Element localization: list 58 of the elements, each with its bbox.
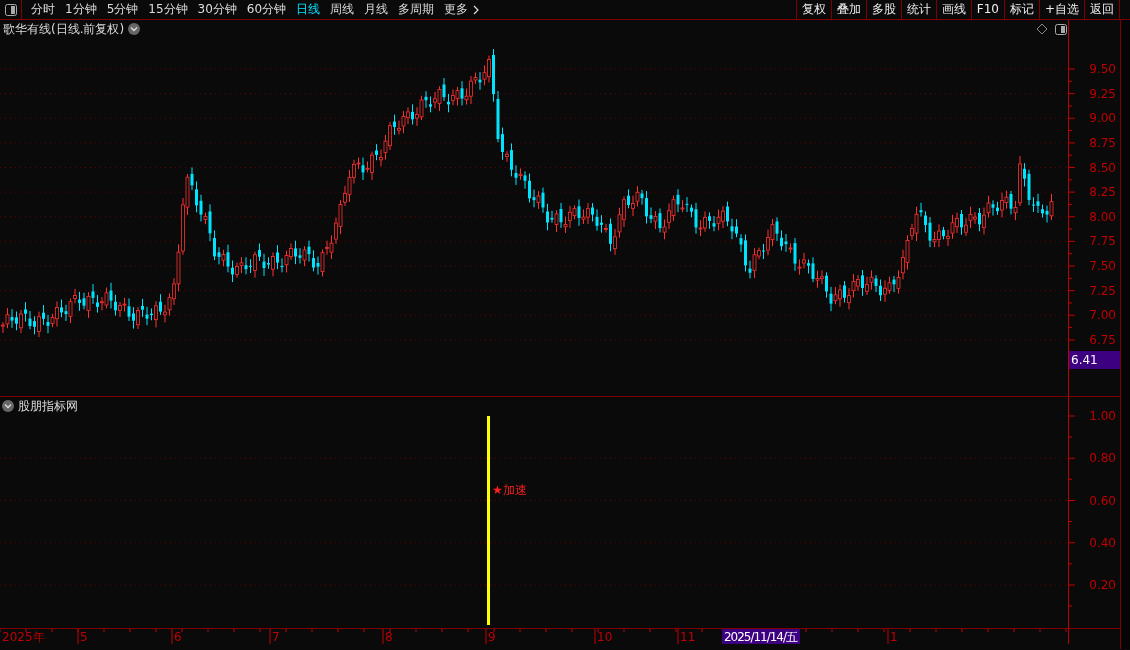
period-tab[interactable]: 多周期 — [393, 0, 440, 19]
axis-tick-label: 0.20 — [1089, 578, 1116, 592]
period-tab[interactable]: 分时 — [26, 0, 60, 19]
period-tab[interactable]: 周线 — [325, 0, 360, 19]
toolbar-button[interactable]: 叠加 — [830, 0, 866, 19]
current-price-marker — [1069, 351, 1120, 369]
axis-tick-label: 0.60 — [1089, 493, 1116, 508]
axis-tick-label: 7.25 — [1089, 283, 1116, 298]
toolbar-button[interactable]: 画线 — [935, 0, 971, 19]
date-label: 7 — [272, 630, 280, 644]
period-tab[interactable]: 日线 — [291, 0, 326, 19]
panel-toggle-icon[interactable] — [4, 3, 17, 16]
toolbar-button[interactable]: 多股 — [865, 0, 901, 19]
axis-tick-label: 9.25 — [1089, 86, 1116, 101]
date-label: 11 — [680, 630, 696, 644]
chevron-down-icon[interactable] — [2, 400, 14, 412]
axis-tick-label: 8.75 — [1089, 135, 1116, 150]
toolbar-button[interactable]: +自选 — [1038, 0, 1084, 19]
date-label: 10 — [597, 630, 613, 644]
toolbar-button[interactable]: 标记 — [1003, 0, 1039, 19]
date-label: 6 — [174, 630, 182, 644]
axis-tick-label: 0.40 — [1089, 535, 1116, 550]
period-tab[interactable]: 月线 — [359, 0, 394, 19]
toolbar-button[interactable]: F10 — [970, 0, 1004, 19]
period-tab[interactable]: 1分钟 — [60, 0, 102, 19]
axis-tick-label: 9.00 — [1089, 111, 1116, 126]
axis-tick-label: 7.00 — [1089, 308, 1116, 323]
date-label: 8 — [385, 630, 393, 644]
axis-tick-label: 8.00 — [1089, 209, 1116, 224]
date-label: 5 — [80, 630, 88, 644]
axis-tick-label: 7.75 — [1089, 234, 1116, 249]
period-tab[interactable]: 30分钟 — [192, 0, 242, 19]
period-tab[interactable]: 5分钟 — [101, 0, 144, 19]
toolbar-button[interactable]: 统计 — [900, 0, 936, 19]
current-price-label: 6.41 — [1071, 353, 1098, 367]
axis-tick-label: 7.50 — [1089, 259, 1116, 273]
axis-tick-label: 6.75 — [1089, 332, 1116, 347]
chevron-right-icon — [472, 4, 481, 15]
axis-tick-label: 9.50 — [1089, 62, 1116, 76]
date-label: 1 — [890, 630, 898, 644]
toolbar-button[interactable]: 复权 — [795, 0, 831, 19]
panel-toggle-icon[interactable] — [1055, 24, 1067, 35]
axis-tick-label: 8.25 — [1089, 185, 1116, 200]
indicator-title: 股朋指标网 — [18, 399, 78, 413]
chevron-down-icon[interactable] — [128, 23, 140, 35]
diamond-icon[interactable] — [1036, 23, 1048, 35]
axis-tick-label: 8.50 — [1089, 160, 1116, 175]
date-label: 9 — [488, 630, 496, 644]
axis-tick-label: 0.80 — [1089, 451, 1116, 466]
period-tab[interactable]: 60分钟 — [241, 0, 292, 19]
cursor-date-label: 2025/11/14/五 — [722, 629, 800, 644]
axis-tick-label: 1.00 — [1089, 409, 1116, 423]
signal-label: ★加速 — [492, 483, 527, 497]
chart-title: 歌华有线(日线.前复权) — [3, 22, 125, 36]
toolbar-button[interactable]: 返回 — [1084, 0, 1120, 19]
period-tab[interactable]: 15分钟 — [143, 0, 193, 19]
date-label: 2025年 — [2, 630, 45, 644]
period-tab[interactable]: 更多 — [439, 0, 486, 19]
